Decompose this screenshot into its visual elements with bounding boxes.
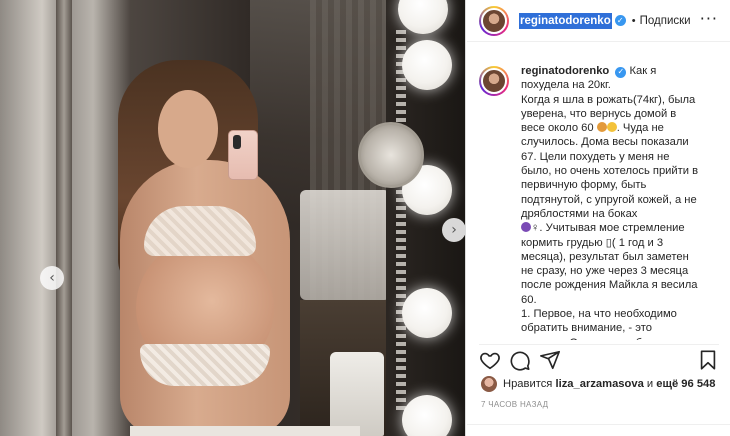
verified-badge-icon: ✓ <box>615 66 627 78</box>
header-username-link[interactable]: reginatodorenko <box>519 12 612 29</box>
post-timestamp[interactable]: 7 ЧАСОВ НАЗАД <box>481 400 548 409</box>
avatar[interactable] <box>479 5 509 36</box>
likes-count-link[interactable]: ещё 96 548 <box>656 378 715 390</box>
comment-icon[interactable] <box>509 349 531 371</box>
add-comment-row[interactable] <box>467 424 730 436</box>
photo-table-edge <box>130 426 360 436</box>
emoji-smile-icon <box>606 122 617 133</box>
photo-figure-brief <box>140 344 270 386</box>
caption-scroll-area[interactable]: reginatodorenko ✓ Как я похудела на 20кг… <box>467 54 730 340</box>
caption-line: ♀. Учитывая мое стремление кормить грудь… <box>521 222 698 306</box>
photo-figure-face <box>158 90 218 168</box>
chevron-left-icon: ‹ <box>49 270 55 286</box>
photo-door-frame <box>56 0 72 436</box>
liker-username-link[interactable]: liza_arzamasova <box>555 378 643 390</box>
liker-avatar[interactable] <box>481 376 497 392</box>
more-options-icon[interactable]: ··· <box>700 11 718 27</box>
photo-bulb <box>402 288 452 338</box>
caption-avatar[interactable] <box>479 66 509 96</box>
share-icon[interactable] <box>539 349 561 371</box>
photo-mirror-medallion <box>358 122 424 188</box>
photo-phone <box>228 130 258 180</box>
header-separator: • <box>631 14 636 27</box>
likes-prefix: Нравится <box>503 378 553 390</box>
emoji-gym-icon <box>521 222 531 233</box>
post-actions <box>479 344 719 372</box>
bookmark-icon[interactable] <box>697 349 719 371</box>
follow-button[interactable]: Подписки <box>640 15 691 27</box>
post-sidebar: reginatodorenko ✓ • Подписки ··· reginat… <box>467 0 730 436</box>
caption-text: reginatodorenko ✓ Как я похудела на 20кг… <box>521 64 699 340</box>
likes-summary: Нравится liza_arzamasova и ещё 96 548 <box>481 376 716 392</box>
caption-username-link[interactable]: reginatodorenko <box>521 65 609 77</box>
caption-line: . Чуда не случилось. Дома весы показали … <box>521 122 699 220</box>
caption-line: 1. Первое, на что необходимо обратить вн… <box>521 308 677 340</box>
photo-bead-garland <box>396 30 406 410</box>
post-photo[interactable]: ‹ › <box>0 0 466 436</box>
heart-icon[interactable] <box>479 349 501 371</box>
photo-bed <box>300 190 390 300</box>
likes-middle: и <box>646 378 654 390</box>
next-image-button[interactable]: › <box>442 218 465 242</box>
photo-bulb <box>402 40 452 90</box>
emoji-face-icon <box>596 122 607 133</box>
post-header: reginatodorenko ✓ • Подписки ··· <box>467 0 730 42</box>
photo-figure-top <box>144 206 256 256</box>
photo-wall <box>0 0 60 436</box>
verified-badge-icon: ✓ <box>614 15 626 26</box>
chevron-right-icon: › <box>451 222 457 238</box>
prev-image-button[interactable]: ‹ <box>40 266 64 290</box>
photo-bottle <box>330 352 384 436</box>
